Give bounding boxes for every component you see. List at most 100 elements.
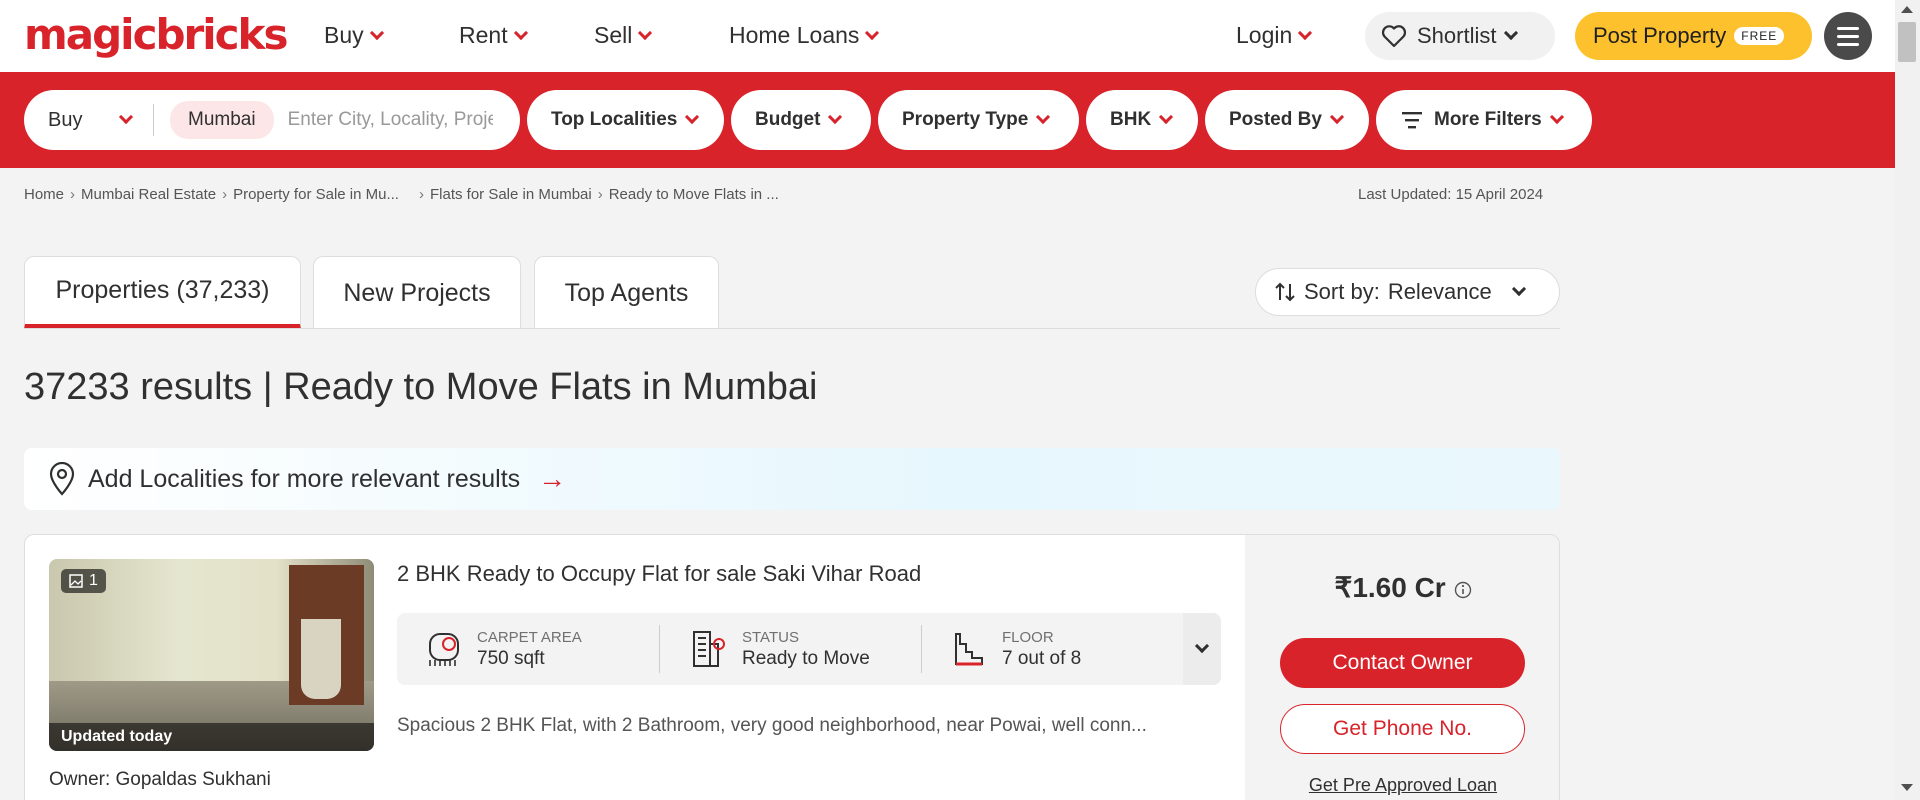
last-updated-text: Last Updated: 15 April 2024 (1358, 186, 1544, 203)
sort-value: Relevance (1387, 279, 1492, 304)
nav-sell[interactable]: Sell (594, 22, 653, 49)
shortlist-label: Shortlist (1417, 23, 1497, 48)
nav-home-loans[interactable]: Home Loans (729, 22, 880, 49)
chevron-down-icon (1511, 281, 1526, 297)
tabs-divider (24, 328, 1560, 329)
photo-door-panel (301, 619, 341, 699)
price-value: ₹1.60 Cr (1334, 572, 1446, 603)
nav-buy-label: Buy (324, 22, 364, 48)
chevron-down-icon (1329, 109, 1344, 125)
summary-value: 7 out of 8 (1002, 647, 1082, 669)
location-pin-icon (49, 462, 75, 496)
photo-count: 1 (89, 572, 98, 589)
nav-rent[interactable]: Rent (459, 22, 528, 49)
arrow-right-icon: → (538, 463, 567, 494)
scroll-up-arrow-icon[interactable] (1901, 6, 1913, 13)
photo-count-badge: 1 (61, 569, 106, 593)
chevron-down-icon (865, 25, 880, 40)
price-panel: ₹1.60 Cr Contact Owner Get Phone No. Get… (1245, 535, 1559, 800)
filter-bhk[interactable]: BHK (1086, 90, 1198, 150)
photo-updated-label: Updated today (49, 723, 374, 751)
hamburger-menu-button[interactable] (1824, 12, 1872, 60)
info-icon[interactable] (1454, 581, 1472, 599)
chevron-down-icon (513, 25, 528, 40)
add-localities-text: Add Localities for more relevant results (88, 464, 521, 493)
tab-top-agents[interactable]: Top Agents (534, 256, 719, 329)
nav-rent-label: Rent (459, 22, 508, 48)
filter-lines-icon (1402, 112, 1422, 129)
filter-label: Property Type (902, 109, 1029, 130)
magicbricks-logo[interactable]: magicbricks (24, 10, 288, 59)
post-property-button[interactable]: Post Property FREE (1575, 12, 1812, 60)
contact-owner-button[interactable]: Contact Owner (1280, 638, 1525, 688)
login-menu[interactable]: Login (1236, 22, 1313, 49)
chevron-down-icon (369, 25, 384, 40)
property-description: Spacious 2 BHK Flat, with 2 Bathroom, ve… (397, 715, 1147, 736)
filter-label: BHK (1110, 109, 1152, 130)
nav-buy[interactable]: Buy (324, 22, 384, 49)
filter-label: Posted By (1229, 109, 1322, 130)
filter-budget[interactable]: Budget (731, 90, 871, 150)
menu-line (1837, 42, 1859, 46)
summary-value: 750 sqft (477, 647, 545, 669)
summary-label: STATUS (742, 628, 799, 646)
shortlist-button[interactable]: Shortlist (1365, 12, 1555, 60)
breadcrumb-separator: › (222, 186, 228, 203)
tab-new-projects[interactable]: New Projects (313, 256, 521, 329)
chevron-down-icon (1504, 25, 1519, 41)
property-photo[interactable]: 1 Updated today (49, 559, 374, 751)
chevron-down-icon (118, 109, 134, 125)
filter-posted-by[interactable]: Posted By (1205, 90, 1369, 150)
search-box: Buy Mumbai (24, 90, 520, 150)
buy-type-label: Buy (48, 108, 83, 131)
post-property-label: Post Property (1593, 23, 1727, 48)
sort-dropdown[interactable]: Sort by: Relevance (1255, 268, 1560, 316)
property-title[interactable]: 2 BHK Ready to Occupy Flat for sale Saki… (397, 561, 921, 587)
chevron-down-icon (1549, 109, 1564, 125)
chevron-down-icon (1194, 638, 1210, 654)
breadcrumb-link[interactable]: Home (24, 186, 64, 203)
nav-home-loans-label: Home Loans (729, 22, 860, 48)
summary-label: CARPET AREA (477, 628, 582, 646)
breadcrumb-link[interactable]: Property for Sale in Mu... (233, 186, 399, 203)
pre-approved-loan-link[interactable]: Get Pre Approved Loan (1245, 775, 1559, 796)
login-label: Login (1236, 22, 1293, 48)
breadcrumb-link[interactable]: Mumbai Real Estate (81, 186, 216, 203)
filter-label: Budget (755, 109, 821, 130)
top-header: magicbricks Buy Rent Sell Home Loans Log… (0, 0, 1895, 72)
chevron-down-icon (828, 109, 843, 125)
breadcrumb-link[interactable]: Flats for Sale in Mumbai (430, 186, 592, 203)
filter-more-filters[interactable]: More Filters (1376, 90, 1592, 150)
buy-type-dropdown[interactable]: Buy (24, 104, 154, 136)
sort-label: Sort by: (1304, 279, 1380, 304)
breadcrumb: Home › Mumbai Real Estate › Property for… (24, 186, 779, 203)
filter-label: More Filters (1434, 109, 1542, 130)
add-localities-banner[interactable]: Add Localities for more relevant results… (24, 448, 1560, 510)
tab-properties[interactable]: Properties (37,233) (24, 256, 301, 329)
page-scrollbar[interactable] (1895, 0, 1920, 800)
get-phone-button[interactable]: Get Phone No. (1280, 704, 1525, 754)
scrollbar-thumb[interactable] (1898, 22, 1916, 62)
chevron-down-icon (685, 109, 700, 125)
chevron-down-icon (1036, 109, 1051, 125)
property-card[interactable]: 1 Updated today Owner: Gopaldas Sukhani … (24, 534, 1560, 800)
scroll-down-arrow-icon[interactable] (1901, 784, 1913, 791)
city-chip[interactable]: Mumbai (170, 101, 274, 139)
property-summary: CARPET AREA 750 sqft STATUS Ready to Mov… (397, 613, 1221, 685)
sort-arrows-icon (1275, 282, 1295, 302)
expand-summary-button[interactable] (1183, 613, 1221, 685)
chevron-down-icon (1298, 25, 1313, 40)
summary-floor: FLOOR 7 out of 8 (921, 625, 1183, 673)
page-title: 37233 results | Ready to Move Flats in M… (24, 366, 818, 408)
menu-line (1837, 26, 1859, 30)
summary-status: STATUS Ready to Move (659, 625, 921, 673)
locality-search-input[interactable] (287, 109, 493, 131)
filter-label: Top Localities (551, 109, 678, 130)
property-price: ₹1.60 Cr (1245, 571, 1559, 604)
summary-value: Ready to Move (742, 647, 870, 669)
stairs-icon (955, 633, 983, 666)
heart-icon (1381, 25, 1407, 48)
image-icon (69, 574, 83, 588)
filter-top-localities[interactable]: Top Localities (527, 90, 724, 150)
filter-property-type[interactable]: Property Type (878, 90, 1079, 150)
